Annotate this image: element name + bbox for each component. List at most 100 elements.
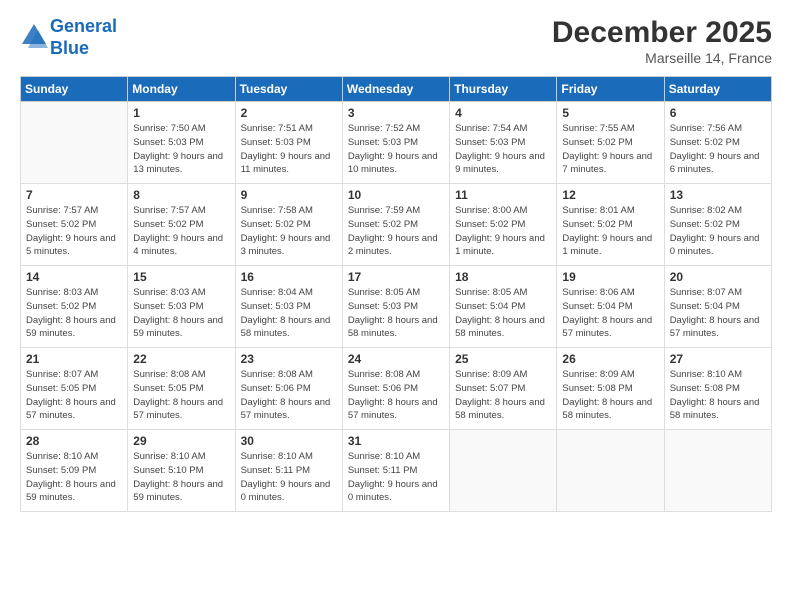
calendar-cell: 12Sunrise: 8:01 AMSunset: 5:02 PMDayligh… (557, 184, 664, 266)
day-number: 21 (26, 352, 122, 366)
day-info: Sunrise: 7:56 AMSunset: 5:02 PMDaylight:… (670, 122, 766, 177)
calendar-cell: 29 Sunrise: 8:10 AMSunset: 5:10 PMDayligh… (128, 430, 235, 512)
day-info: Sunrise: 8:04 AMSunset: 5:03 PMDaylight:… (241, 286, 337, 341)
day-number: 22 (133, 352, 229, 366)
calendar-cell: 18Sunrise: 8:05 AMSunset: 5:04 PMDayligh… (450, 266, 557, 348)
calendar-week-0: 1Sunrise: 7:50 AMSunset: 5:03 PMDaylight… (21, 102, 772, 184)
day-info: Sunrise: 8:10 AMSunset: 5:09 PMDaylight:… (26, 450, 122, 505)
month-title: December 2025 (552, 16, 772, 50)
day-number: 10 (348, 188, 444, 202)
day-number: 28 (26, 434, 122, 448)
calendar-cell: 2 Sunrise: 7:51 AMSunset: 5:03 PMDaylight… (235, 102, 342, 184)
calendar-cell: 9 Sunrise: 7:58 AMSunset: 5:02 PMDaylight… (235, 184, 342, 266)
calendar-cell: 21Sunrise: 8:07 AMSunset: 5:05 PMDayligh… (21, 348, 128, 430)
day-number: 24 (348, 352, 444, 366)
header-sunday: Sunday (21, 77, 128, 102)
day-number: 4 (455, 106, 551, 120)
day-info: Sunrise: 7:58 AMSunset: 5:02 PMDaylight:… (241, 204, 337, 259)
day-number: 3 (348, 106, 444, 120)
day-number: 23 (241, 352, 337, 366)
day-number: 25 (455, 352, 551, 366)
header: General Blue December 2025 Marseille 14,… (20, 16, 772, 66)
calendar-header: Sunday Monday Tuesday Wednesday Thursday… (21, 77, 772, 102)
logo-text-line1: General (50, 16, 117, 38)
calendar-cell: 8 Sunrise: 7:57 AMSunset: 5:02 PMDaylight… (128, 184, 235, 266)
calendar-cell (664, 430, 771, 512)
day-number: 17 (348, 270, 444, 284)
calendar-week-3: 21Sunrise: 8:07 AMSunset: 5:05 PMDayligh… (21, 348, 772, 430)
calendar-cell: 22 Sunrise: 8:08 AMSunset: 5:05 PMDayligh… (128, 348, 235, 430)
title-block: December 2025 Marseille 14, France (552, 16, 772, 66)
day-number: 2 (241, 106, 337, 120)
day-number: 20 (670, 270, 766, 284)
day-number: 9 (241, 188, 337, 202)
day-info: Sunrise: 8:03 AMSunset: 5:02 PMDaylight:… (26, 286, 122, 341)
calendar-week-4: 28 Sunrise: 8:10 AMSunset: 5:09 PMDayligh… (21, 430, 772, 512)
day-number: 11 (455, 188, 551, 202)
calendar-cell (450, 430, 557, 512)
day-info: Sunrise: 7:57 AMSunset: 5:02 PMDaylight:… (133, 204, 229, 259)
day-number: 13 (670, 188, 766, 202)
day-number: 16 (241, 270, 337, 284)
calendar-cell: 10 Sunrise: 7:59 AMSunset: 5:02 PMDayligh… (342, 184, 449, 266)
calendar-cell: 3 Sunrise: 7:52 AMSunset: 5:03 PMDaylight… (342, 102, 449, 184)
calendar-cell: 17 Sunrise: 8:05 AMSunset: 5:03 PMDayligh… (342, 266, 449, 348)
calendar-cell: 15 Sunrise: 8:03 AMSunset: 5:03 PMDayligh… (128, 266, 235, 348)
logo: General Blue (20, 16, 117, 59)
day-number: 31 (348, 434, 444, 448)
day-info: Sunrise: 8:10 AMSunset: 5:11 PMDaylight:… (241, 450, 337, 505)
header-tuesday: Tuesday (235, 77, 342, 102)
calendar-cell: 20 Sunrise: 8:07 AMSunset: 5:04 PMDayligh… (664, 266, 771, 348)
calendar-cell: 4Sunrise: 7:54 AMSunset: 5:03 PMDaylight… (450, 102, 557, 184)
day-info: Sunrise: 8:08 AMSunset: 5:06 PMDaylight:… (241, 368, 337, 423)
day-info: Sunrise: 8:01 AMSunset: 5:02 PMDaylight:… (562, 204, 658, 259)
day-info: Sunrise: 8:10 AMSunset: 5:11 PMDaylight:… (348, 450, 444, 505)
calendar-week-1: 7 Sunrise: 7:57 AMSunset: 5:02 PMDaylight… (21, 184, 772, 266)
calendar-cell: 7Sunrise: 7:57 AMSunset: 5:02 PMDaylight… (21, 184, 128, 266)
day-info: Sunrise: 8:03 AMSunset: 5:03 PMDaylight:… (133, 286, 229, 341)
day-info: Sunrise: 8:02 AMSunset: 5:02 PMDaylight:… (670, 204, 766, 259)
day-number: 7 (26, 188, 122, 202)
header-thursday: Thursday (450, 77, 557, 102)
calendar-week-2: 14 Sunrise: 8:03 AMSunset: 5:02 PMDayligh… (21, 266, 772, 348)
day-info: Sunrise: 8:08 AMSunset: 5:06 PMDaylight:… (348, 368, 444, 423)
day-info: Sunrise: 7:51 AMSunset: 5:03 PMDaylight:… (241, 122, 337, 177)
calendar-cell (557, 430, 664, 512)
day-number: 5 (562, 106, 658, 120)
calendar-cell: 24 Sunrise: 8:08 AMSunset: 5:06 PMDayligh… (342, 348, 449, 430)
day-number: 26 (562, 352, 658, 366)
logo-text-line2: Blue (50, 38, 117, 60)
day-info: Sunrise: 7:52 AMSunset: 5:03 PMDaylight:… (348, 122, 444, 177)
day-number: 19 (562, 270, 658, 284)
header-wednesday: Wednesday (342, 77, 449, 102)
calendar-cell: 28 Sunrise: 8:10 AMSunset: 5:09 PMDayligh… (21, 430, 128, 512)
header-friday: Friday (557, 77, 664, 102)
day-number: 30 (241, 434, 337, 448)
calendar-cell: 11Sunrise: 8:00 AMSunset: 5:02 PMDayligh… (450, 184, 557, 266)
calendar-page: General Blue December 2025 Marseille 14,… (0, 0, 792, 612)
day-info: Sunrise: 8:07 AMSunset: 5:04 PMDaylight:… (670, 286, 766, 341)
day-info: Sunrise: 7:55 AMSunset: 5:02 PMDaylight:… (562, 122, 658, 177)
day-number: 18 (455, 270, 551, 284)
header-saturday: Saturday (664, 77, 771, 102)
calendar-cell: 26Sunrise: 8:09 AMSunset: 5:08 PMDayligh… (557, 348, 664, 430)
day-number: 8 (133, 188, 229, 202)
day-number: 14 (26, 270, 122, 284)
logo-icon (20, 22, 48, 50)
header-monday: Monday (128, 77, 235, 102)
day-info: Sunrise: 8:05 AMSunset: 5:03 PMDaylight:… (348, 286, 444, 341)
day-info: Sunrise: 8:10 AMSunset: 5:10 PMDaylight:… (133, 450, 229, 505)
calendar-cell: 5 Sunrise: 7:55 AMSunset: 5:02 PMDaylight… (557, 102, 664, 184)
calendar-cell: 25Sunrise: 8:09 AMSunset: 5:07 PMDayligh… (450, 348, 557, 430)
day-number: 29 (133, 434, 229, 448)
header-row: Sunday Monday Tuesday Wednesday Thursday… (21, 77, 772, 102)
day-number: 6 (670, 106, 766, 120)
day-info: Sunrise: 7:59 AMSunset: 5:02 PMDaylight:… (348, 204, 444, 259)
day-info: Sunrise: 8:08 AMSunset: 5:05 PMDaylight:… (133, 368, 229, 423)
calendar-cell (21, 102, 128, 184)
day-number: 15 (133, 270, 229, 284)
calendar-cell: 30 Sunrise: 8:10 AMSunset: 5:11 PMDayligh… (235, 430, 342, 512)
day-info: Sunrise: 8:10 AMSunset: 5:08 PMDaylight:… (670, 368, 766, 423)
calendar-cell: 13 Sunrise: 8:02 AMSunset: 5:02 PMDayligh… (664, 184, 771, 266)
calendar-table: Sunday Monday Tuesday Wednesday Thursday… (20, 76, 772, 512)
